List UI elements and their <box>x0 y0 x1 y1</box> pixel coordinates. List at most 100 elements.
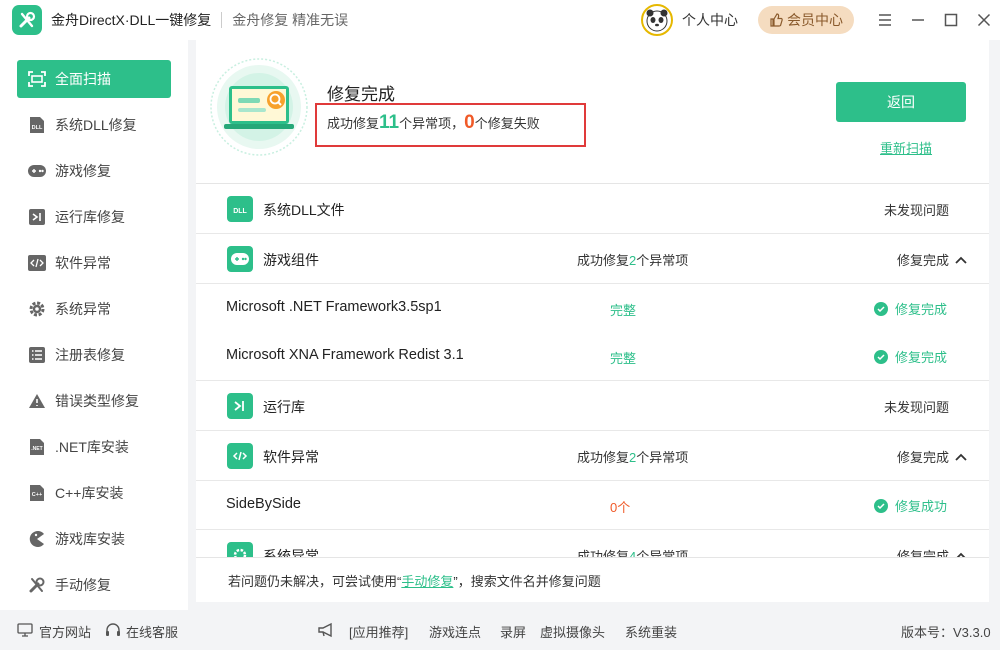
thumb-up-icon <box>770 13 783 27</box>
check-circle-icon <box>874 349 888 364</box>
sidebar-item-error-type-repair[interactable]: 错误类型修复 <box>17 382 171 420</box>
warning-icon <box>27 391 47 411</box>
group-summary: 成功修复2个异常项 <box>577 250 688 269</box>
group-row-game-components[interactable]: 游戏组件 成功修复2个异常项 修复完成 <box>196 234 989 284</box>
manual-repair-link[interactable]: 手动修复 <box>401 571 453 590</box>
gamepad-icon <box>227 246 253 272</box>
sidebar-item-system-error[interactable]: 系统异常 <box>17 290 171 328</box>
check-circle-icon <box>874 498 888 513</box>
list-item: Microsoft .NET Framework3.5sp1 完整 修复完成 <box>196 284 989 332</box>
runtime-icon <box>227 393 253 419</box>
official-website-link[interactable]: 官方网站 <box>39 622 91 641</box>
sidebar-item-registry-repair[interactable]: 注册表修复 <box>17 336 171 374</box>
group-row-software-error[interactable]: 软件异常 成功修复2个异常项 修复完成 <box>196 431 989 481</box>
sidebar-item-label: C++库安装 <box>55 485 124 501</box>
sidebar-item-label: 软件异常 <box>55 255 111 271</box>
group-status-label: 修复完成 <box>896 549 949 557</box>
code-icon <box>227 443 253 469</box>
sidebar-item-label: 全面扫描 <box>55 71 111 87</box>
scan-icon <box>27 69 47 89</box>
result-suffix: 个修复失败 <box>474 116 540 131</box>
group-name: 系统DLL文件 <box>263 202 345 218</box>
menu-icon[interactable] <box>868 0 901 40</box>
online-service-link[interactable]: 在线客服 <box>126 622 178 641</box>
sidebar-item-game-repair[interactable]: 游戏修复 <box>17 152 171 190</box>
sidebar-item-full-scan[interactable]: 全面扫描 <box>17 60 171 98</box>
sidebar-item-software-error[interactable]: 软件异常 <box>17 244 171 282</box>
group-name: 运行库 <box>263 399 305 415</box>
scrollbar[interactable] <box>989 40 1000 610</box>
code-icon <box>27 253 47 273</box>
pacman-icon <box>27 529 47 549</box>
list-item: Microsoft XNA Framework Redist 3.1 完整 修复… <box>196 332 989 381</box>
headset-icon <box>106 623 120 636</box>
recommend-link-autoclicker[interactable]: 游戏连点 <box>429 622 481 641</box>
sidebar-item-game-lib-install[interactable]: 游戏库安装 <box>17 520 171 558</box>
check-circle-icon <box>874 301 888 316</box>
item-result-label: 修复成功 <box>895 499 948 514</box>
recommend-link-virtual-camera[interactable]: 虚拟摄像头 <box>540 622 605 641</box>
tip-suffix: ”，搜索文件名并修复问题 <box>453 573 601 589</box>
failed-count: 0 <box>464 112 475 133</box>
sidebar-item-runtime-repair[interactable]: 运行库修复 <box>17 198 171 236</box>
maximize-icon[interactable] <box>934 0 967 40</box>
sidebar-item-dotnet-install[interactable]: .NET .NET库安装 <box>17 428 171 466</box>
item-result: 修复完成 <box>874 347 947 366</box>
sidebar: 全面扫描 DLL 系统DLL修复 游戏修复 运行库修复 软件异常 系统异常 注册… <box>0 40 188 610</box>
svg-text:DLL: DLL <box>32 125 43 131</box>
gear-icon <box>227 542 253 557</box>
title-divider <box>221 12 223 28</box>
sidebar-item-label: 游戏库安装 <box>55 531 125 547</box>
recommend-link-screen-record[interactable]: 录屏 <box>500 622 526 641</box>
close-icon[interactable] <box>967 0 1000 40</box>
group-name: 游戏组件 <box>263 252 319 268</box>
group-status: 未发现问题 <box>883 400 949 415</box>
chevron-up-icon[interactable] <box>955 453 967 461</box>
gamepad-icon <box>27 161 47 181</box>
app-slogan: 金舟修复 精准无误 <box>232 12 349 28</box>
chevron-up-icon[interactable] <box>955 256 967 264</box>
megaphone-icon <box>318 622 332 638</box>
item-name: Microsoft .NET Framework3.5sp1 <box>226 299 442 315</box>
group-row-system-dll: DLL 系统DLL文件 未发现问题 <box>196 184 989 234</box>
group-name: 系统异常 <box>263 548 319 557</box>
svg-text:C++: C++ <box>32 492 42 498</box>
rescan-link[interactable]: 重新扫描 <box>880 138 932 157</box>
summary-card: 修复完成 成功修复11个异常项，0个修复失败 返回 重新扫描 <box>196 40 989 183</box>
gear-icon <box>27 299 47 319</box>
minimize-icon[interactable] <box>901 0 934 40</box>
item-state: 完整 <box>610 303 637 318</box>
version-label: 版本号：V3.3.0 <box>901 625 991 640</box>
user-center-link[interactable]: 个人中心 <box>682 10 738 30</box>
group-status: 未发现问题 <box>883 203 949 218</box>
group-row-system-error[interactable]: 系统异常 成功修复4个异常项 修复完成 <box>196 530 989 557</box>
main-panel: 修复完成 成功修复11个异常项，0个修复失败 返回 重新扫描 DLL 系统DLL… <box>196 40 989 602</box>
item-result-label: 修复完成 <box>895 302 948 317</box>
sidebar-item-label: 手动修复 <box>55 577 111 593</box>
group-summary-prefix: 成功修复 <box>577 549 630 557</box>
title-bar: 金舟DirectX·DLL一键修复 金舟修复 精准无误 个人中心 会员中心 <box>0 0 1000 40</box>
group-summary-suffix: 个异常项 <box>636 253 689 268</box>
recommend-link-system-reinstall[interactable]: 系统重装 <box>625 622 677 641</box>
svg-text:.NET: .NET <box>31 446 42 452</box>
vip-center-label: 会员中心 <box>787 12 843 28</box>
dotnet-icon: .NET <box>27 437 47 457</box>
fixed-count: 11 <box>379 112 400 133</box>
sidebar-item-label: 游戏修复 <box>55 163 111 179</box>
return-button[interactable]: 返回 <box>836 82 966 122</box>
svg-text:DLL: DLL <box>233 208 247 215</box>
group-summary-suffix: 个异常项 <box>636 450 689 465</box>
item-name: Microsoft XNA Framework Redist 3.1 <box>226 347 464 363</box>
avatar[interactable] <box>641 4 673 36</box>
sidebar-item-cpp-install[interactable]: C++ C++库安装 <box>17 474 171 512</box>
group-status: 修复完成 <box>897 546 967 557</box>
app-recommend-label: [应用推荐] <box>349 625 409 640</box>
group-summary-prefix: 成功修复 <box>577 253 630 268</box>
sidebar-item-manual-repair[interactable]: 手动修复 <box>17 566 171 604</box>
repair-result-list: DLL 系统DLL文件 未发现问题 游戏组件 成功修复2个异常项 修复完成 Mi… <box>196 183 989 557</box>
vip-center-button[interactable]: 会员中心 <box>758 6 854 34</box>
sidebar-item-dll-repair[interactable]: DLL 系统DLL修复 <box>17 106 171 144</box>
group-summary-prefix: 成功修复 <box>577 450 630 465</box>
item-result-label: 修复完成 <box>895 350 948 365</box>
item-state: 0个 <box>610 500 631 515</box>
